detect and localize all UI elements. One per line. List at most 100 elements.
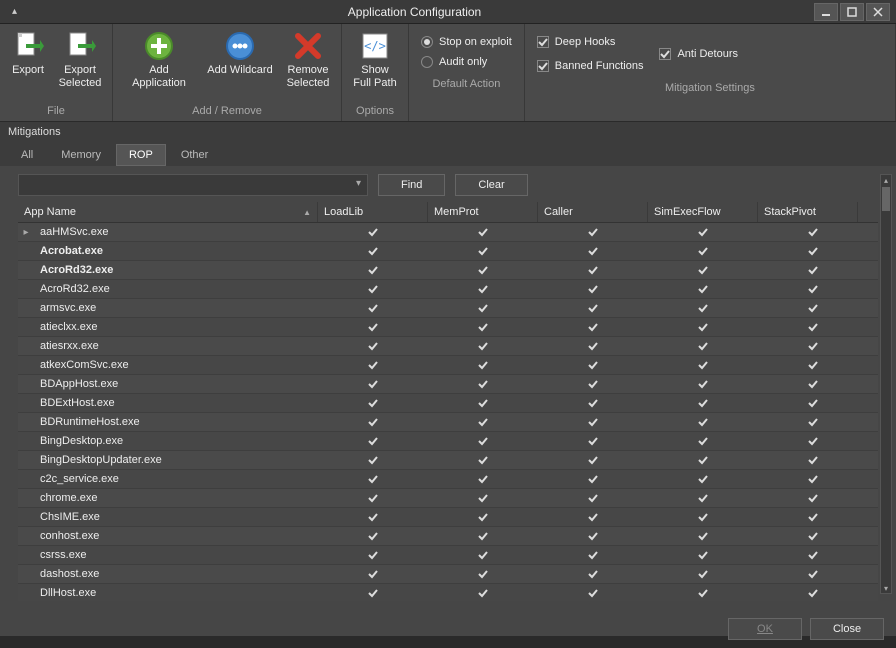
table-row[interactable]: AcroRd32.exe [18, 261, 878, 280]
check-cell[interactable] [758, 492, 868, 504]
scroll-down-icon[interactable]: ▾ [881, 583, 891, 593]
deep-hooks-checkbox[interactable]: Deep Hooks [537, 36, 644, 48]
check-cell[interactable] [758, 264, 868, 276]
check-cell[interactable] [318, 416, 428, 428]
table-row[interactable]: Acrobat.exe [18, 242, 878, 261]
check-cell[interactable] [318, 492, 428, 504]
check-cell[interactable] [758, 530, 868, 542]
check-cell[interactable] [648, 340, 758, 352]
check-cell[interactable] [758, 587, 868, 599]
check-cell[interactable] [538, 321, 648, 333]
check-cell[interactable] [428, 302, 538, 314]
check-cell[interactable] [648, 530, 758, 542]
check-cell[interactable] [758, 416, 868, 428]
check-cell[interactable] [648, 435, 758, 447]
anti-detours-checkbox[interactable]: Anti Detours [659, 36, 738, 72]
check-cell[interactable] [648, 492, 758, 504]
minimize-button[interactable] [814, 3, 838, 21]
table-row[interactable]: atiesrxx.exe [18, 337, 878, 356]
check-cell[interactable] [538, 378, 648, 390]
check-cell[interactable] [538, 587, 648, 599]
col-header-stackpivot[interactable]: StackPivot [758, 202, 858, 222]
search-combo[interactable] [18, 174, 368, 196]
check-cell[interactable] [648, 245, 758, 257]
check-cell[interactable] [648, 226, 758, 238]
check-cell[interactable] [428, 492, 538, 504]
check-cell[interactable] [648, 397, 758, 409]
check-cell[interactable] [648, 359, 758, 371]
check-cell[interactable] [428, 321, 538, 333]
col-header-loadlib[interactable]: LoadLib [318, 202, 428, 222]
check-cell[interactable] [318, 340, 428, 352]
check-cell[interactable] [648, 454, 758, 466]
scroll-thumb[interactable] [882, 187, 890, 211]
check-cell[interactable] [538, 492, 648, 504]
check-cell[interactable] [428, 264, 538, 276]
table-row[interactable]: atieclxx.exe [18, 318, 878, 337]
check-cell[interactable] [758, 549, 868, 561]
check-cell[interactable] [538, 397, 648, 409]
check-cell[interactable] [318, 397, 428, 409]
table-row[interactable]: AcroRd32.exe [18, 280, 878, 299]
check-cell[interactable] [648, 416, 758, 428]
banned-functions-checkbox[interactable]: Banned Functions [537, 60, 644, 72]
check-cell[interactable] [648, 264, 758, 276]
export-button[interactable]: Export [8, 28, 48, 79]
check-cell[interactable] [538, 435, 648, 447]
scroll-up-icon[interactable]: ▴ [881, 175, 891, 185]
close-dialog-button[interactable]: Close [810, 618, 884, 640]
check-cell[interactable] [758, 359, 868, 371]
check-cell[interactable] [318, 435, 428, 447]
check-cell[interactable] [318, 568, 428, 580]
tab-all[interactable]: All [8, 144, 46, 166]
check-cell[interactable] [318, 321, 428, 333]
check-cell[interactable] [428, 568, 538, 580]
check-cell[interactable] [538, 359, 648, 371]
check-cell[interactable] [758, 378, 868, 390]
check-cell[interactable] [428, 587, 538, 599]
close-button[interactable] [866, 3, 890, 21]
check-cell[interactable] [648, 511, 758, 523]
check-cell[interactable] [648, 568, 758, 580]
check-cell[interactable] [538, 549, 648, 561]
check-cell[interactable] [758, 454, 868, 466]
check-cell[interactable] [648, 283, 758, 295]
check-cell[interactable] [538, 283, 648, 295]
outer-scrollbar[interactable]: ▴ ▾ [880, 174, 892, 594]
check-cell[interactable] [538, 511, 648, 523]
clear-button[interactable]: Clear [455, 174, 527, 196]
stop-on-exploit-radio[interactable]: Stop on exploit [421, 36, 512, 48]
grid-body[interactable]: ▸aaHMSvc.exeAcrobat.exeAcroRd32.exeAcroR… [18, 223, 878, 601]
table-row[interactable]: ChsIME.exe [18, 508, 878, 527]
check-cell[interactable] [758, 473, 868, 485]
check-cell[interactable] [758, 568, 868, 580]
check-cell[interactable] [428, 473, 538, 485]
table-row[interactable]: DllHost.exe [18, 584, 878, 601]
check-cell[interactable] [538, 264, 648, 276]
check-cell[interactable] [648, 549, 758, 561]
check-cell[interactable] [318, 530, 428, 542]
table-row[interactable]: BDRuntimeHost.exe [18, 413, 878, 432]
check-cell[interactable] [648, 321, 758, 333]
check-cell[interactable] [758, 321, 868, 333]
check-cell[interactable] [428, 416, 538, 428]
check-cell[interactable] [648, 378, 758, 390]
table-row[interactable]: BDAppHost.exe [18, 375, 878, 394]
check-cell[interactable] [428, 378, 538, 390]
check-cell[interactable] [428, 359, 538, 371]
tab-other[interactable]: Other [168, 144, 222, 166]
table-row[interactable]: chrome.exe [18, 489, 878, 508]
check-cell[interactable] [428, 435, 538, 447]
check-cell[interactable] [758, 245, 868, 257]
table-row[interactable]: armsvc.exe [18, 299, 878, 318]
check-cell[interactable] [758, 226, 868, 238]
check-cell[interactable] [318, 454, 428, 466]
table-row[interactable]: c2c_service.exe [18, 470, 878, 489]
check-cell[interactable] [538, 530, 648, 542]
table-row[interactable]: BingDesktop.exe [18, 432, 878, 451]
export-selected-button[interactable]: Export Selected [56, 28, 104, 92]
table-row[interactable]: BingDesktopUpdater.exe [18, 451, 878, 470]
table-row[interactable]: atkexComSvc.exe [18, 356, 878, 375]
check-cell[interactable] [318, 302, 428, 314]
check-cell[interactable] [428, 245, 538, 257]
